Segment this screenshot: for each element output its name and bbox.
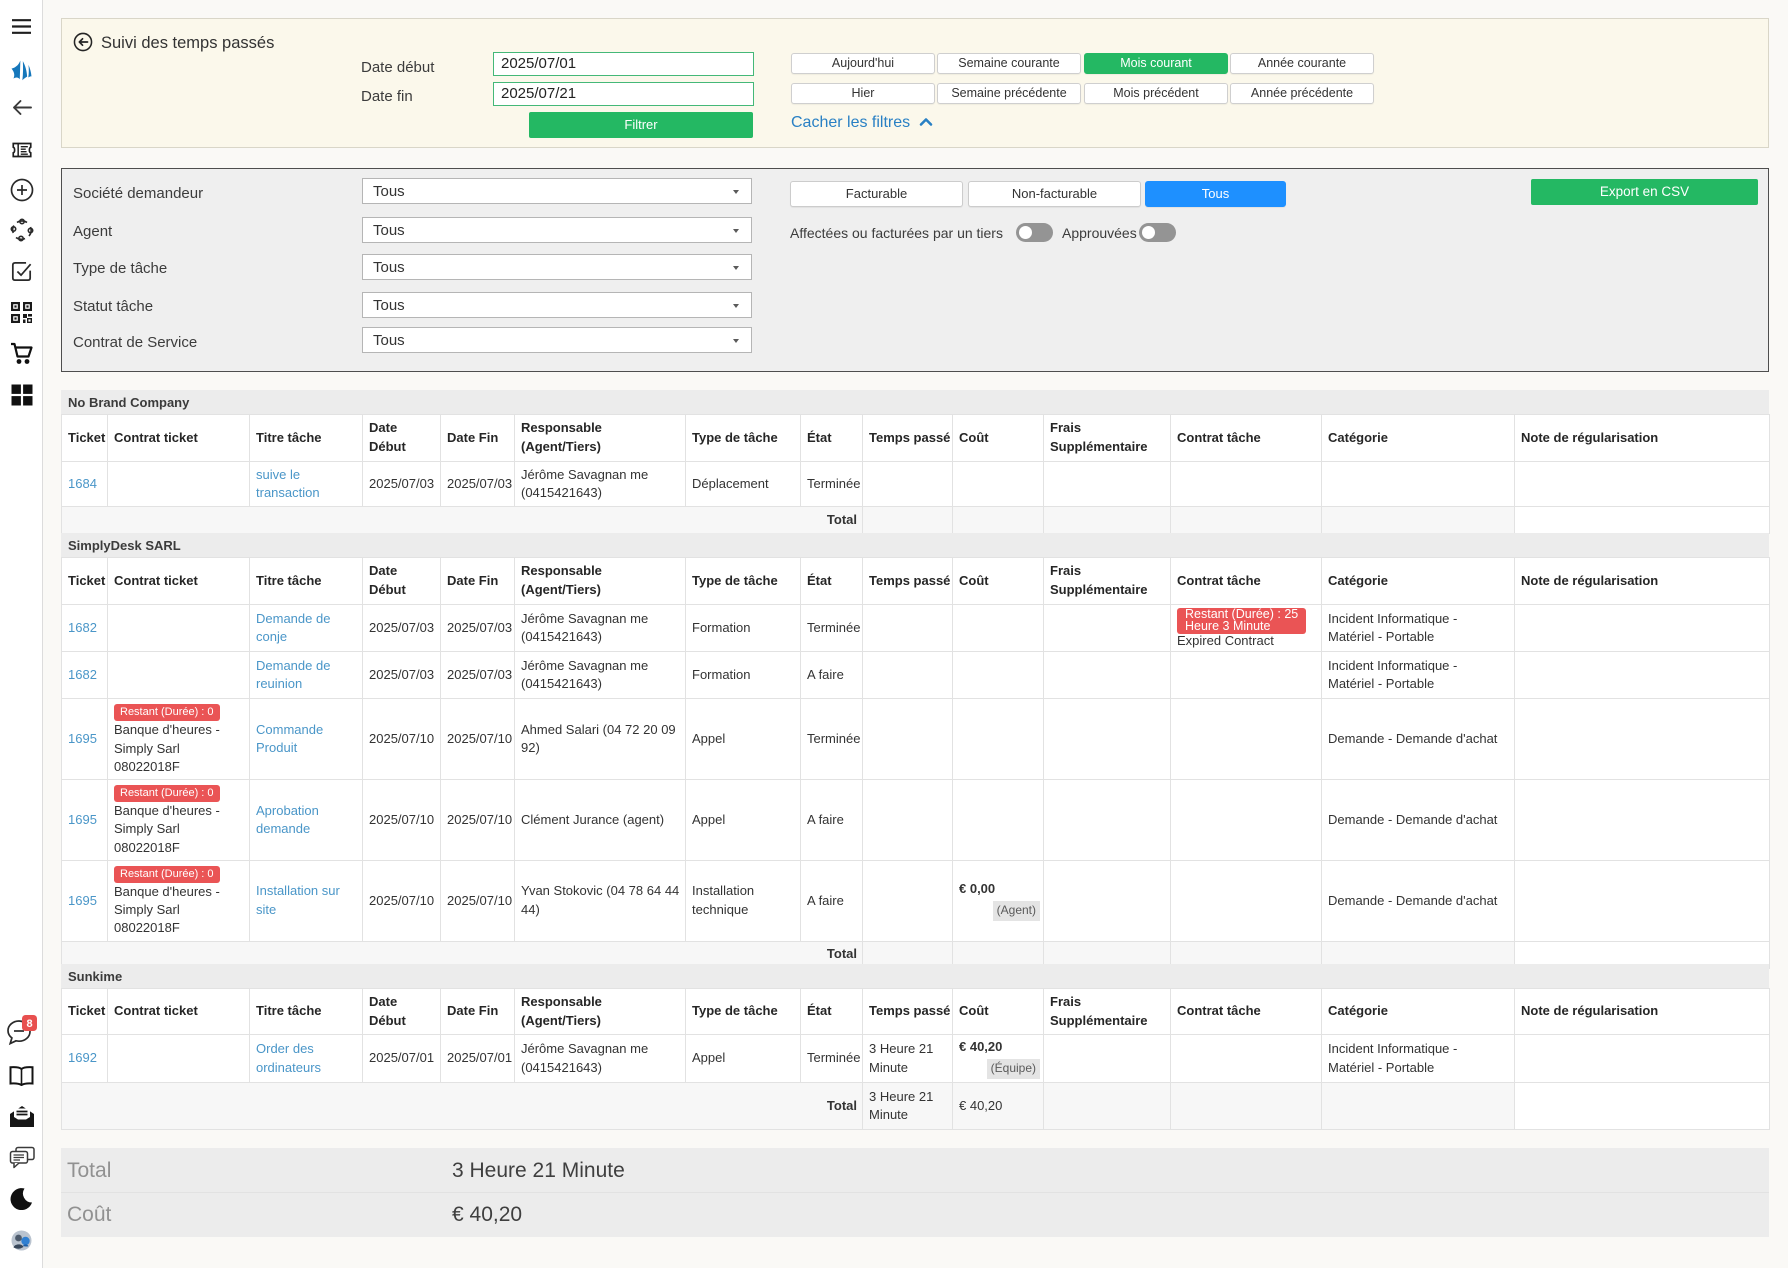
- svg-text:8: 8: [26, 1018, 32, 1030]
